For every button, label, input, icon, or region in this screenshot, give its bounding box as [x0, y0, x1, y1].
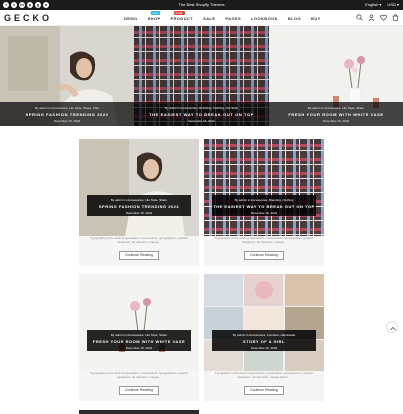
nav-label: LOOKBOOK	[251, 16, 278, 21]
nav-label: PRODUCT	[170, 16, 194, 21]
post-categories: By admin in Accessories, Life Style, Sha…	[110, 198, 168, 202]
slide-white-vase[interactable]: By admin in Accessories, Life Style, Sha…	[269, 26, 403, 126]
nav-item-blog[interactable]: BLOG	[288, 16, 301, 21]
nav-item-shop[interactable]: hot SHOP	[147, 11, 161, 21]
slide-title[interactable]: FRESH YOUR ROOM WITH WHITE VASE	[269, 112, 403, 117]
language-label: English	[365, 2, 379, 7]
chevron-up-icon	[390, 326, 396, 331]
post-date: December 16, 2022	[125, 211, 153, 215]
search-icon[interactable]	[356, 14, 363, 21]
nav-label: BUY	[311, 16, 321, 21]
post-card: By admin in Accessories, Furniture, Hand…	[204, 274, 324, 401]
post-image[interactable]	[79, 274, 199, 371]
hot-badge: hot	[150, 11, 161, 15]
new-badge: new	[173, 11, 185, 15]
slide-title[interactable]: SPRING FASHION TRENDING 2022	[0, 112, 134, 117]
post-excerpt: Typography is the work of typesetters, c…	[214, 371, 314, 379]
hero-slider: By admin in Accessories, Life Style, Sha…	[0, 26, 403, 126]
continue-reading-button[interactable]: Continue Reading	[244, 386, 284, 395]
slide-date: December 16, 2022	[322, 119, 350, 123]
post-title[interactable]: THE EASIEST WAY TO BREAK OUT ON TOP	[212, 204, 316, 209]
post-image[interactable]	[204, 139, 324, 236]
nav-item-product[interactable]: new PRODUCT	[170, 11, 194, 21]
continue-reading-button[interactable]: Continue Reading	[119, 386, 159, 395]
main-nav: DEMO hot SHOP new PRODUCT SALE PAGES LOOKB…	[124, 11, 321, 21]
post-excerpt: Typography is the work of typesetters, c…	[214, 236, 314, 244]
top-bar: f t in p g o The Best Shopify Themes Eng…	[0, 0, 403, 10]
nav-item-demo[interactable]: DEMO	[124, 16, 138, 21]
post-image[interactable]	[204, 274, 324, 371]
continue-reading-button[interactable]: Continue Reading	[119, 251, 159, 260]
slide-categories: By admin in Accessories, Life Style, Sha…	[307, 106, 365, 110]
slide-categories: By admin in Accessories, Life Style, Sha…	[34, 106, 100, 110]
post-card: By admin in Accessories, Branding, Cloth…	[204, 139, 324, 266]
post-date: December 16, 2022	[250, 346, 278, 350]
user-icon[interactable]	[368, 14, 375, 21]
post-categories: By admin in Accessories, Life Style, Sha…	[110, 333, 168, 337]
post-card: By admin in Accessories, Life Style, Sha…	[79, 274, 199, 401]
post-categories: By admin in Accessories, Branding, Cloth…	[234, 198, 294, 202]
nav-item-lookbook[interactable]: LOOKBOOK	[251, 16, 278, 21]
post-card: By admin in Accessories, Life Style, Sha…	[79, 139, 199, 266]
post-date: December 16, 2022	[125, 346, 153, 350]
slide-title[interactable]: THE EASIEST WAY TO BREAK OUT ON TOP	[134, 112, 269, 117]
post-title[interactable]: STORY OF A GIRL	[212, 339, 316, 344]
nav-item-sale[interactable]: SALE	[203, 16, 215, 21]
slide-date: December 16, 2022	[53, 119, 81, 123]
site-header: GECKO DEMO hot SHOP new PRODUCT SALE PAGES…	[0, 10, 403, 26]
post-date: December 16, 2022	[250, 211, 278, 215]
scroll-top-button[interactable]	[386, 321, 398, 333]
slide-spring-fashion[interactable]: By admin in Accessories, Life Style, Sha…	[0, 26, 134, 126]
nav-item-pages[interactable]: PAGES	[225, 16, 241, 21]
nav-label: BLOG	[287, 16, 302, 21]
post-title[interactable]: SPRING FASHION TRENDING 2022	[87, 204, 191, 209]
post-title[interactable]: FRESH YOUR ROOM WITH WHITE VASE	[87, 339, 191, 344]
nav-item-buy[interactable]: BUY	[311, 16, 321, 21]
post-image[interactable]	[79, 139, 199, 236]
post-categories: By admin in Accessories, Furniture, Hand…	[232, 333, 296, 337]
language-select[interactable]: English ▾	[365, 2, 381, 8]
logo[interactable]: GECKO	[4, 13, 52, 23]
slide-categories: By admin in Accessories, Branding, Cloth…	[165, 106, 238, 110]
slide-easiest-way[interactable]: By admin in Accessories, Branding, Cloth…	[134, 26, 269, 126]
heart-icon[interactable]	[380, 14, 387, 21]
promo-text: The Best Shopify Themes	[178, 2, 225, 7]
currency-select[interactable]: USD ▾	[387, 2, 399, 8]
nav-label: SALE	[203, 16, 216, 21]
continue-reading-button[interactable]: Continue Reading	[244, 251, 284, 260]
nav-label: PAGES	[225, 16, 242, 21]
next-post-preview	[79, 410, 199, 414]
slide-date: December 16, 2022	[188, 119, 215, 123]
post-excerpt: Typography is the work of typesetters, c…	[89, 371, 189, 379]
currency-label: USD	[387, 2, 396, 7]
nav-label: SHOP	[147, 16, 161, 21]
post-excerpt: Typography is the work of typesetters, c…	[89, 236, 189, 244]
nav-label: DEMO	[124, 16, 138, 21]
cart-icon[interactable]	[392, 14, 399, 21]
